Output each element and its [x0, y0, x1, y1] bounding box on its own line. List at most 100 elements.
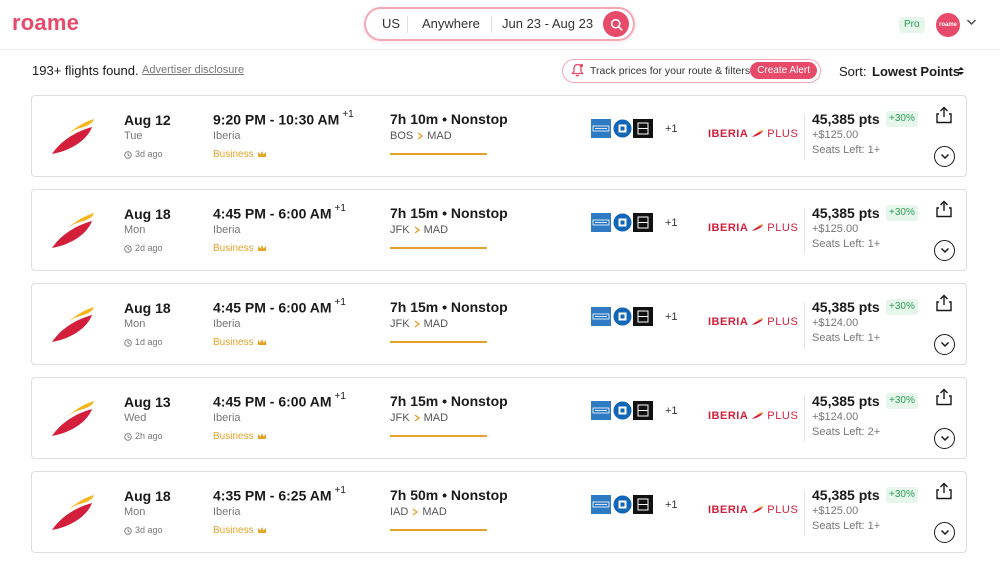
flight-card[interactable]: Aug 18 Mon 1d ago 4:45 PM - 6:00 AM +1 Ib…	[31, 283, 967, 365]
more-partners-count[interactable]: +1	[665, 123, 678, 135]
flight-weekday: Tue	[124, 130, 143, 142]
updated-ago-text: 1d ago	[135, 337, 163, 347]
flight-times-text: 4:45 PM - 6:00 AM	[213, 299, 332, 316]
flight-weekday: Mon	[124, 506, 146, 518]
advertiser-disclosure-link[interactable]: Advertiser disclosure	[142, 64, 244, 76]
program-name: IBERIA	[708, 316, 749, 328]
search-divider	[491, 16, 492, 33]
expand-button[interactable]	[934, 146, 955, 167]
cabin-class-text: Business	[213, 431, 254, 442]
crown-icon	[257, 527, 266, 533]
more-partners-count[interactable]: +1	[665, 311, 678, 323]
expand-button[interactable]	[934, 334, 955, 355]
sort-icon[interactable]	[957, 66, 965, 76]
transfer-partners	[591, 401, 653, 420]
search-button[interactable]	[603, 11, 629, 37]
route-line	[390, 435, 487, 437]
chevron-right-icon	[414, 320, 420, 328]
dates-field[interactable]: Jun 23 - Aug 23	[502, 9, 593, 39]
more-partners-count[interactable]: +1	[665, 217, 678, 229]
price-change-badge: +30%	[886, 111, 918, 127]
points-price: 45,385 pts	[812, 299, 880, 315]
flight-weekday: Mon	[124, 224, 146, 236]
expand-icon	[940, 435, 949, 442]
destination-airport: MAD	[422, 506, 447, 518]
divider	[804, 302, 805, 348]
share-icon[interactable]	[935, 294, 953, 312]
iberia-logo-icon	[52, 119, 94, 154]
flight-times: 4:45 PM - 6:00 AM +1	[213, 203, 346, 222]
bell-icon	[571, 63, 584, 77]
avatar[interactable]: roame	[936, 13, 960, 37]
create-alert-button[interactable]: Create Alert	[750, 62, 817, 79]
more-partners-count[interactable]: +1	[665, 499, 678, 511]
share-icon[interactable]	[935, 482, 953, 500]
divider	[804, 208, 805, 254]
bilt-icon	[633, 307, 653, 326]
seats-left: Seats Left: 1+	[812, 332, 881, 344]
destination-airport: MAD	[423, 224, 449, 236]
flight-card[interactable]: Aug 18 Mon 3d ago 4:35 PM - 6:25 AM +1 Ib…	[31, 471, 967, 553]
flight-card[interactable]: Aug 12 Tue 3d ago 9:20 PM - 10:30 AM +1 I…	[31, 95, 967, 177]
search-icon	[610, 18, 623, 31]
expand-button[interactable]	[934, 522, 955, 543]
flight-date: Aug 18	[124, 488, 171, 504]
points-price: 45,385 pts	[812, 205, 880, 221]
flight-duration: 7h 50m • Nonstop	[390, 487, 508, 503]
updated-ago: 2h ago	[124, 431, 163, 441]
clock-icon	[124, 151, 132, 159]
sort-label: Sort:	[839, 64, 867, 79]
chevron-down-icon[interactable]	[966, 18, 977, 26]
share-icon[interactable]	[935, 388, 953, 406]
more-partners-count[interactable]: +1	[665, 405, 678, 417]
updated-ago-text: 3d ago	[135, 149, 163, 159]
flight-date: Aug 18	[124, 300, 171, 316]
next-day-indicator: +1	[334, 391, 346, 402]
airline-name: Iberia	[213, 506, 241, 518]
expand-button[interactable]	[934, 240, 955, 261]
share-icon[interactable]	[935, 200, 953, 218]
next-day-indicator: +1	[334, 485, 346, 496]
flight-card[interactable]: Aug 13 Wed 2h ago 4:45 PM - 6:00 AM +1 Ib…	[31, 377, 967, 459]
sort-dropdown[interactable]: Lowest Points	[872, 64, 960, 79]
flight-weekday: Wed	[124, 412, 147, 424]
flight-card[interactable]: Aug 18 Mon 2d ago 4:45 PM - 6:00 AM +1 Ib…	[31, 189, 967, 271]
route-line	[390, 247, 487, 249]
destination-field[interactable]: Anywhere	[422, 9, 480, 39]
flight-route: JFK MAD	[390, 412, 448, 424]
iberia-bird-icon	[752, 411, 764, 419]
share-icon[interactable]	[935, 106, 953, 124]
route-line	[390, 341, 487, 343]
clock-icon	[124, 433, 132, 441]
bilt-icon	[633, 401, 653, 420]
roame-logo[interactable]: roame	[12, 10, 79, 36]
chase-icon	[612, 213, 632, 232]
expand-icon	[940, 153, 949, 160]
route-line	[390, 153, 487, 155]
origin-airport: JFK	[390, 224, 410, 236]
chase-icon	[612, 119, 632, 138]
taxes-fees: +$124.00	[812, 411, 859, 423]
price-change-badge: +30%	[886, 393, 918, 409]
program-suffix: PLUS	[767, 316, 799, 328]
origin-airport: JFK	[390, 318, 410, 330]
program-suffix: PLUS	[767, 410, 799, 422]
updated-ago-text: 3d ago	[135, 525, 163, 535]
transfer-partners	[591, 495, 653, 514]
search-bar[interactable]: US Anywhere Jun 23 - Aug 23	[364, 7, 635, 41]
taxes-fees: +$125.00	[812, 129, 859, 141]
results-count: 193+ flights found.	[32, 63, 139, 78]
flight-date: Aug 18	[124, 206, 171, 222]
expand-button[interactable]	[934, 428, 955, 449]
destination-airport: MAD	[423, 318, 449, 330]
program-suffix: PLUS	[767, 128, 799, 140]
updated-ago: 1d ago	[124, 337, 163, 347]
bilt-icon	[633, 495, 653, 514]
price-change-badge: +30%	[886, 299, 918, 315]
search-divider	[407, 16, 408, 33]
flight-times-text: 4:45 PM - 6:00 AM	[213, 205, 332, 222]
program-name: IBERIA	[708, 128, 749, 140]
origin-airport: IAD	[390, 506, 409, 518]
pro-badge: Pro	[899, 17, 925, 33]
origin-field[interactable]: US	[382, 9, 400, 39]
